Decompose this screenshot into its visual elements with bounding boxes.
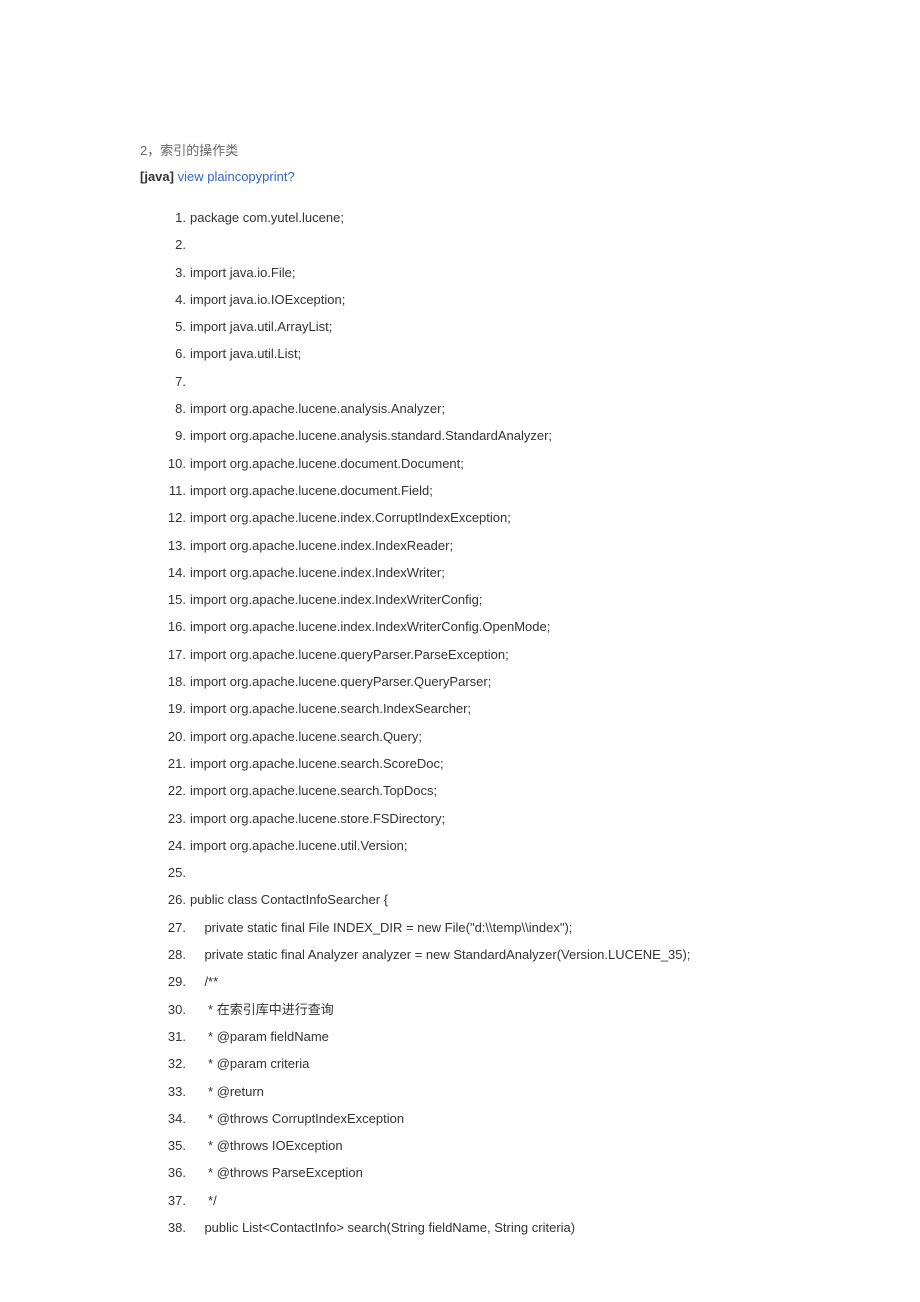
code-line: import java.util.List;: [190, 340, 780, 367]
section-title: 2，索引的操作类: [140, 140, 780, 159]
code-line: * @throws ParseException: [190, 1159, 780, 1186]
code-line: private static final Analyzer analyzer =…: [190, 941, 780, 968]
code-line: package com.yutel.lucene;: [190, 204, 780, 231]
code-line: import org.apache.lucene.index.IndexRead…: [190, 532, 780, 559]
code-line: import org.apache.lucene.search.IndexSea…: [190, 695, 780, 722]
code-line: import org.apache.lucene.index.IndexWrit…: [190, 586, 780, 613]
code-line: import java.io.IOException;: [190, 286, 780, 313]
code-line: import org.apache.lucene.store.FSDirecto…: [190, 805, 780, 832]
code-header: [java] view plaincopyprint?: [140, 169, 780, 184]
code-line: import org.apache.lucene.document.Field;: [190, 477, 780, 504]
code-line: * 在索引库中进行查询: [190, 996, 780, 1023]
code-line: import org.apache.lucene.search.Query;: [190, 723, 780, 750]
view-plain-link[interactable]: view plain: [178, 169, 235, 184]
code-line: import org.apache.lucene.index.IndexWrit…: [190, 559, 780, 586]
code-line: import org.apache.lucene.queryParser.Par…: [190, 641, 780, 668]
code-line: import org.apache.lucene.index.IndexWrit…: [190, 613, 780, 640]
print-link[interactable]: print: [262, 169, 287, 184]
code-line: * @param fieldName: [190, 1023, 780, 1050]
code-listing: package com.yutel.lucene; import java.io…: [140, 204, 780, 1241]
code-line: public class ContactInfoSearcher {: [190, 886, 780, 913]
code-line: [190, 368, 780, 395]
code-line: * @throws CorruptIndexException: [190, 1105, 780, 1132]
code-line: import org.apache.lucene.search.TopDocs;: [190, 777, 780, 804]
code-line: private static final File INDEX_DIR = ne…: [190, 914, 780, 941]
code-line: import java.util.ArrayList;: [190, 313, 780, 340]
code-line: import org.apache.lucene.index.CorruptIn…: [190, 504, 780, 531]
code-line: * @return: [190, 1078, 780, 1105]
code-line: */: [190, 1187, 780, 1214]
code-line: [190, 859, 780, 886]
code-line: import org.apache.lucene.util.Version;: [190, 832, 780, 859]
code-line: import org.apache.lucene.queryParser.Que…: [190, 668, 780, 695]
code-line: [190, 231, 780, 258]
code-line: public List<ContactInfo> search(String f…: [190, 1214, 780, 1241]
code-line: import org.apache.lucene.search.ScoreDoc…: [190, 750, 780, 777]
code-line: import org.apache.lucene.document.Docume…: [190, 450, 780, 477]
language-label: [java]: [140, 169, 174, 184]
code-line: import org.apache.lucene.analysis.Analyz…: [190, 395, 780, 422]
code-line: * @param criteria: [190, 1050, 780, 1077]
code-line: * @throws IOException: [190, 1132, 780, 1159]
code-line: import java.io.File;: [190, 259, 780, 286]
code-line: import org.apache.lucene.analysis.standa…: [190, 422, 780, 449]
code-line: /**: [190, 968, 780, 995]
copy-link[interactable]: copy: [235, 169, 262, 184]
help-link[interactable]: ?: [287, 169, 294, 184]
